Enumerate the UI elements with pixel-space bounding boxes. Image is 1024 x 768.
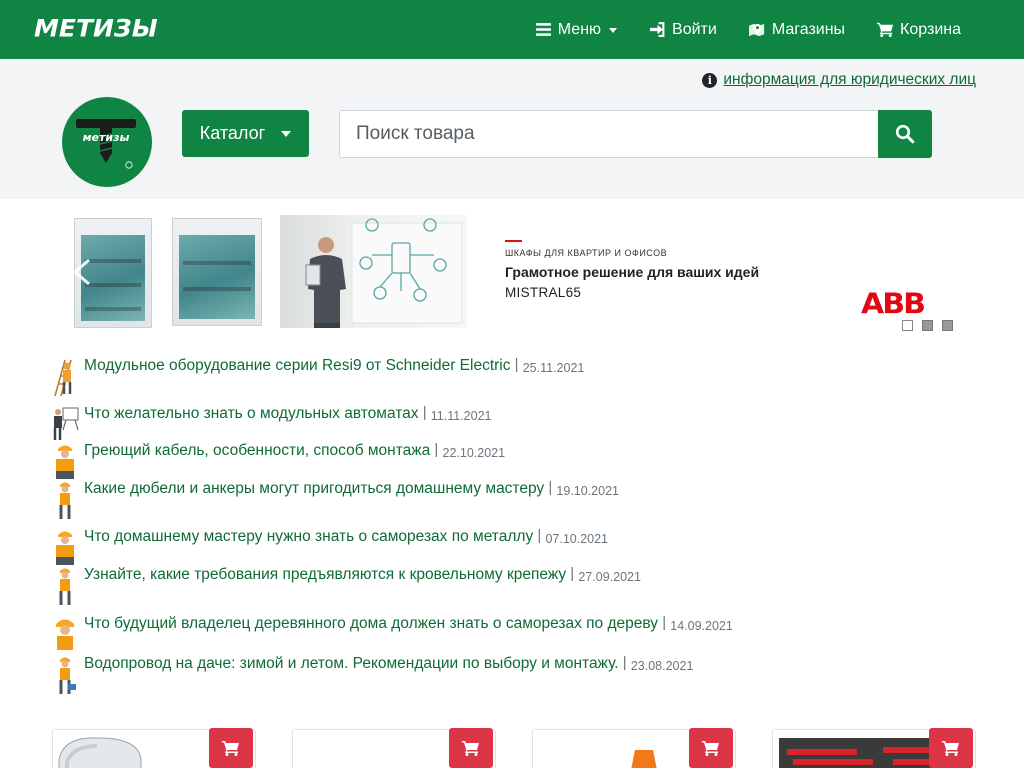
banner-subtitle: MISTRAL65 [505,285,582,300]
banner-title: Грамотное решение для ваших идей [505,264,760,280]
builder-icon [56,445,74,479]
search-icon [895,124,915,144]
carousel-dot-1[interactable] [902,320,913,331]
news-item[interactable]: Что желательно знать о модульных автомат… [50,404,491,446]
news-item[interactable]: Что будущий владелец деревянного дома до… [50,614,733,656]
news-date: 23.08.2021 [630,659,694,673]
cabinet-image-2 [172,218,262,326]
news-date: 22.10.2021 [442,446,506,460]
carousel-prev-icon[interactable] [71,258,93,286]
legal-entities-link[interactable]: информация для юридических лиц [723,71,976,89]
nav-links: Меню Войти Магазины Корзина [535,0,961,59]
news-date: 25.11.2021 [522,361,585,375]
plumber-icon [59,657,76,694]
news-date: 27.09.2021 [578,570,641,584]
nav-stores-link[interactable]: Магазины [748,20,846,39]
news-title[interactable]: Водопровод на даче: зимой и летом. Реком… [84,654,619,674]
builder-icon [56,531,74,565]
news-item[interactable]: Узнайте, какие требования предъявляются … [50,565,641,607]
cart-icon [942,741,959,756]
news-item[interactable]: Греющий кабель, особенности, способ монт… [50,441,505,483]
builder-helmet-icon [56,619,74,650]
news-item[interactable]: Какие дюбели и анкеры могут пригодиться … [50,479,619,521]
banner-kicker: ШКАФЫ ДЛЯ КВАРТИР И ОФИСОВ [505,248,668,258]
electrician-photo [280,215,467,328]
caret-down-icon [281,131,292,137]
search-button[interactable] [878,110,932,158]
catalog-button[interactable]: Каталог [182,110,309,157]
abb-logo: ABB [861,287,926,322]
news-title[interactable]: Какие дюбели и анкеры могут пригодиться … [84,479,544,499]
news-date: 14.09.2021 [670,619,733,633]
news-title[interactable]: Узнайте, какие требования предъявляются … [84,565,566,585]
news-title[interactable]: Что домашнему мастеру нужно знать о само… [84,527,533,547]
news-item[interactable]: Водопровод на даче: зимой и летом. Реком… [50,654,693,696]
carousel-dot-2[interactable] [922,320,933,331]
info-icon: i [702,72,718,88]
nav-login-label: Войти [672,20,717,38]
worker-standing-icon [59,568,71,605]
hamburger-icon [535,23,551,36]
banner-accent-line [505,240,522,242]
news-title[interactable]: Модульное оборудование серии Resi9 от Sc… [84,356,511,376]
map-marker-icon [748,23,764,37]
cart-icon [462,741,479,756]
add-to-cart-button[interactable] [929,728,973,768]
sign-in-icon [650,22,665,37]
news-item[interactable]: Модульное оборудование серии Resi9 от Sc… [50,356,584,398]
cart-icon [877,22,894,38]
news-title[interactable]: Что желательно знать о модульных автомат… [84,404,419,424]
carousel-dot-3[interactable] [942,320,953,331]
site-logo[interactable]: метизы [62,97,152,187]
nav-stores-label: Магазины [771,20,846,38]
carousel-indicators [902,320,953,331]
add-to-cart-button[interactable] [449,728,493,768]
news-item[interactable]: Что домашнему мастеру нужно знать о само… [50,527,608,569]
catalog-label: Каталог [199,123,266,143]
nav-cart-label: Корзина [900,20,961,38]
presenter-icon [53,407,79,440]
caret-down-icon [609,27,618,33]
legal-info: i информация для юридических лиц [702,71,976,89]
nav-cart-link[interactable]: Корзина [877,21,961,39]
site-header: i информация для юридических лиц метизы … [0,59,1024,199]
nav-menu-label: Меню [557,20,602,38]
search-input[interactable] [339,110,879,158]
add-to-cart-button[interactable] [689,728,733,768]
screw-logo-icon: метизы [76,119,136,169]
worker-standing-icon [59,482,71,519]
brand-logo-text[interactable]: МЕТИЗЫ [34,15,158,43]
news-title[interactable]: Греющий кабель, особенности, способ монт… [84,441,430,461]
add-to-cart-button[interactable] [209,728,253,768]
cart-icon [222,741,239,756]
worker-with-ladder-icon [54,359,72,397]
promo-carousel: ШКАФЫ ДЛЯ КВАРТИР И ОФИСОВ Грамотное реш… [66,214,964,331]
news-date: 19.10.2021 [556,484,619,498]
news-date: 11.11.2021 [430,409,492,423]
nav-menu-dropdown[interactable]: Меню [535,20,618,39]
cart-icon [702,741,719,756]
news-title[interactable]: Что будущий владелец деревянного дома до… [84,614,658,634]
nav-login-link[interactable]: Войти [649,21,717,39]
logo-wordmark: метизы [83,131,130,144]
top-navbar: МЕТИЗЫ Меню Войти Магазины Корзина [0,0,1024,59]
news-date: 07.10.2021 [545,532,608,546]
